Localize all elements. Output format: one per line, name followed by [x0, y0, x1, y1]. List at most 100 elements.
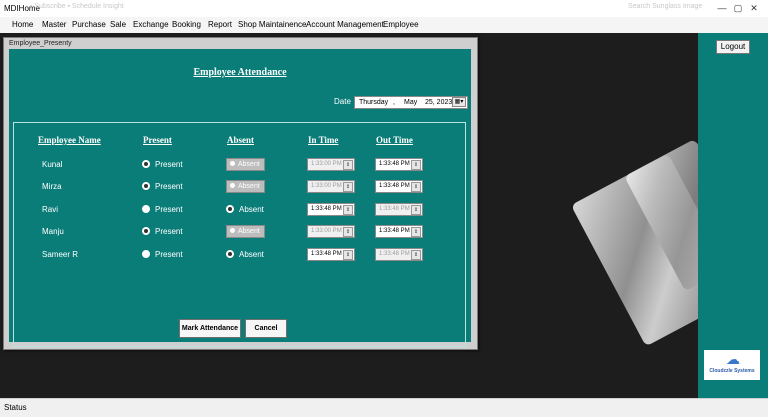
maximize-button[interactable]: ▢ — [730, 3, 746, 14]
absent-radio-disabled[interactable]: Absent — [226, 180, 265, 193]
menu-employee[interactable]: Employee — [383, 20, 419, 29]
in-time-field[interactable]: 1:33:00 PM ⇕ — [307, 225, 355, 238]
window-controls: — ▢ ✕ — [714, 3, 762, 14]
window-titlebar: MDIHome ▪ Subscribe ▪ Schedule Insight S… — [0, 0, 768, 17]
calendar-dropdown-icon[interactable]: ▦▾ — [452, 97, 466, 107]
status-bar: Status — [0, 398, 768, 417]
present-radio[interactable]: Present — [142, 182, 183, 191]
present-radio[interactable]: Present — [142, 250, 183, 259]
radio-dot-icon — [226, 250, 234, 258]
present-label: Present — [155, 182, 183, 191]
attendance-row: Mirza Present Absent 1:33:00 PM ⇕ 1:33:48… — [14, 179, 465, 195]
date-label: Date — [334, 97, 351, 106]
radio-dot-icon — [226, 205, 234, 213]
present-radio[interactable]: Present — [142, 205, 183, 214]
spin-icon[interactable]: ⇕ — [343, 205, 353, 215]
attendance-row: Kunal Present Absent 1:33:00 PM ⇕ 1:33:48… — [14, 157, 465, 173]
menu-booking[interactable]: Booking — [172, 20, 201, 29]
attendance-row: Sameer R Present Absent 1:33:48 PM ⇕ 1:33… — [14, 247, 465, 263]
menu-shop-maintainence[interactable]: Shop Maintainence — [238, 20, 307, 29]
spin-icon[interactable]: ⇕ — [411, 182, 421, 192]
ghost-toolbar-text: ▪ Subscribe ▪ Schedule Insight — [30, 3, 124, 10]
spin-icon[interactable]: ⇕ — [411, 205, 421, 215]
spin-icon[interactable]: ⇕ — [343, 250, 353, 260]
ghost-search-text: Search Sunglass Image — [628, 3, 703, 10]
cancel-button[interactable]: Cancel — [245, 319, 287, 338]
col-out-time: Out Time — [376, 135, 413, 145]
in-time-value: 1:33:00 PM — [311, 228, 342, 234]
logout-button[interactable]: Logout — [716, 40, 750, 54]
absent-radio-disabled[interactable]: Absent — [226, 158, 265, 171]
menu-exchange[interactable]: Exchange — [133, 20, 169, 29]
in-time-field[interactable]: 1:33:48 PM ⇕ — [307, 203, 355, 216]
status-text: Status — [4, 403, 27, 412]
present-label: Present — [155, 205, 183, 214]
right-side-panel — [698, 33, 768, 398]
out-time-field[interactable]: 1:33:48 PM ⇕ — [375, 158, 423, 171]
spin-icon[interactable]: ⇕ — [343, 160, 353, 170]
in-time-field[interactable]: 1:33:48 PM ⇕ — [307, 248, 355, 261]
absent-label: Absent — [239, 205, 264, 214]
out-time-field[interactable]: 1:33:48 PM ⇕ — [375, 203, 423, 216]
in-time-value: 1:33:00 PM — [311, 183, 342, 189]
radio-dot-icon — [230, 183, 235, 188]
menu-bar: Home Master Purchase Sale Exchange Booki… — [0, 17, 768, 34]
present-radio[interactable]: Present — [142, 160, 183, 169]
radio-dot-icon — [142, 250, 150, 258]
col-absent: Absent — [227, 135, 255, 145]
cloud-icon: ☁ — [726, 351, 740, 367]
spin-icon[interactable]: ⇕ — [343, 182, 353, 192]
menu-report[interactable]: Report — [208, 20, 232, 29]
out-time-value: 1:33:48 PM — [379, 251, 410, 257]
col-in-time: In Time — [308, 135, 339, 145]
present-label: Present — [155, 227, 183, 236]
radio-dot-icon — [142, 160, 150, 168]
in-time-value: 1:33:48 PM — [311, 251, 342, 257]
absent-radio[interactable]: Absent — [226, 250, 264, 259]
present-radio[interactable]: Present — [142, 227, 183, 236]
radio-dot-icon — [142, 227, 150, 235]
radio-dot-icon — [230, 161, 235, 166]
col-employee-name: Employee Name — [38, 135, 101, 145]
present-label: Present — [155, 160, 183, 169]
close-button[interactable]: ✕ — [746, 3, 762, 14]
out-time-field[interactable]: 1:33:48 PM ⇕ — [375, 180, 423, 193]
menu-home[interactable]: Home — [12, 20, 33, 29]
spin-icon[interactable]: ⇕ — [411, 160, 421, 170]
brand-logo: ☁ Cloudzzle Systems — [704, 350, 760, 380]
minimize-button[interactable]: — — [714, 3, 730, 13]
spin-icon[interactable]: ⇕ — [411, 227, 421, 237]
absent-radio-disabled[interactable]: Absent — [226, 225, 265, 238]
employee-name: Mirza — [42, 182, 62, 191]
employee-name: Ravi — [42, 205, 59, 214]
spin-icon[interactable]: ⇕ — [411, 250, 421, 260]
attendance-grid: Employee Name Present Absent In Time Out… — [13, 122, 466, 347]
menu-master[interactable]: Master — [42, 20, 66, 29]
col-present: Present — [143, 135, 172, 145]
out-time-field[interactable]: 1:33:48 PM ⇕ — [375, 248, 423, 261]
brand-text: Cloudzzle Systems — [709, 368, 755, 374]
absent-label: Absent — [238, 183, 260, 190]
menu-account-management[interactable]: Account Management — [306, 20, 384, 29]
menu-sale[interactable]: Sale — [110, 20, 126, 29]
out-time-value: 1:33:48 PM — [379, 206, 410, 212]
in-time-field[interactable]: 1:33:00 PM ⇕ — [307, 158, 355, 171]
in-time-field[interactable]: 1:33:00 PM ⇕ — [307, 180, 355, 193]
absent-radio[interactable]: Absent — [226, 205, 264, 214]
employee-name: Manju — [42, 227, 64, 236]
menu-purchase[interactable]: Purchase — [72, 20, 106, 29]
form-heading: Employee Attendance — [193, 67, 287, 78]
absent-label: Absent — [238, 161, 260, 168]
out-time-value: 1:33:48 PM — [379, 228, 410, 234]
mark-attendance-button[interactable]: Mark Attendance — [179, 319, 241, 338]
radio-dot-icon — [142, 205, 150, 213]
date-picker[interactable]: Thursday , May 25, 2023 ▦▾ — [354, 96, 468, 109]
attendance-row: Ravi Present Absent 1:33:48 PM ⇕ 1:33:48 … — [14, 202, 465, 218]
in-time-value: 1:33:48 PM — [311, 206, 342, 212]
spin-icon[interactable]: ⇕ — [343, 227, 353, 237]
radio-dot-icon — [142, 182, 150, 190]
out-time-field[interactable]: 1:33:48 PM ⇕ — [375, 225, 423, 238]
attendance-form: Employee Attendance Date Thursday , May … — [9, 49, 471, 347]
dialog-title: Employee_Presenty — [9, 40, 72, 47]
out-time-value: 1:33:48 PM — [379, 161, 410, 167]
